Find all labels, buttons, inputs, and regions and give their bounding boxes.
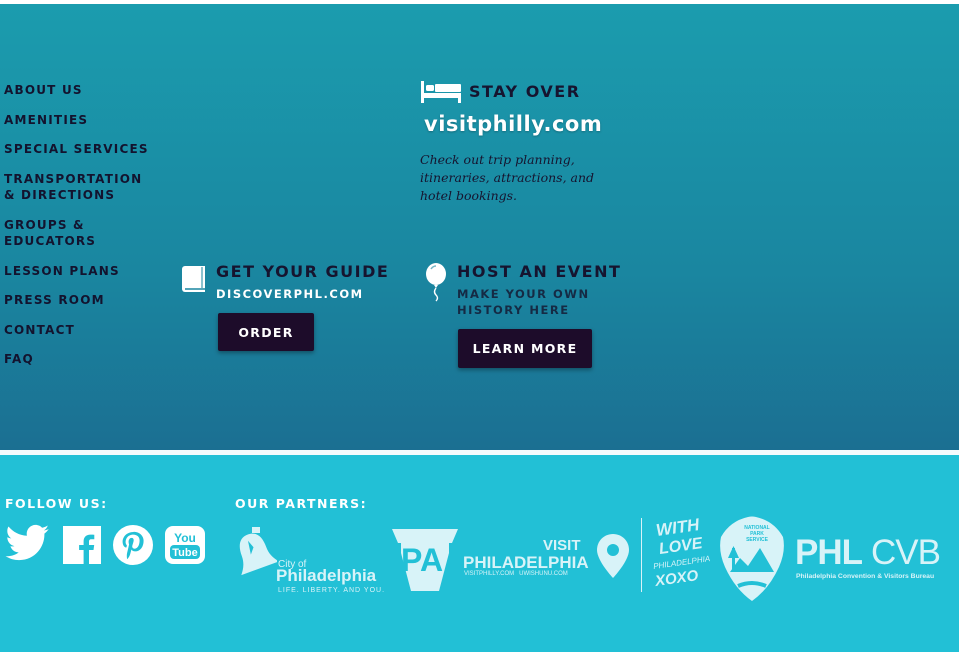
with-love-philadelphia-logo[interactable]: WITH LOVE PHILADELPHIA XOXO	[651, 515, 715, 594]
xoxo-text: XOXO	[654, 567, 700, 590]
city-tagline: LIFE. LIBERTY. AND YOU.	[278, 587, 386, 594]
guide-heading: GET YOUR GUIDE	[216, 262, 390, 281]
visit-text: VISIT	[543, 537, 581, 554]
cvb-tagline: Philadelphia Convention & Visitors Burea…	[796, 573, 935, 580]
cvb-text: CVB	[871, 533, 941, 572]
stay-over-description: Check out trip planning, itineraries, at…	[420, 152, 595, 203]
stay-over-heading: STAY OVER	[469, 82, 581, 101]
pa-keystone-logo[interactable]: PA	[390, 527, 460, 593]
pa-text: PA	[401, 542, 444, 578]
visit-philadelphia-logo[interactable]: VISIT PHILADELPHIA VISITPHILLY.COM UWISH…	[463, 533, 633, 583]
phl-text: PHL	[795, 533, 863, 572]
order-button[interactable]: ORDER	[218, 313, 314, 351]
map-pin-icon	[595, 533, 631, 583]
youtube-icon[interactable]: You Tube	[165, 526, 205, 568]
city-of-philadelphia-logo[interactable]: City of Philadelphia LIFE. LIBERTY. AND …	[235, 523, 387, 597]
nav-link-special-services[interactable]: SPECIAL SERVICES	[4, 141, 164, 157]
partner-divider	[641, 518, 642, 592]
twitter-icon[interactable]	[5, 524, 51, 568]
learn-more-button[interactable]: LEARN MORE	[458, 329, 592, 368]
footer-top-section	[0, 4, 959, 450]
book-icon	[181, 264, 209, 300]
event-heading: HOST AN EVENT	[457, 262, 622, 281]
visitphilly-logo-link[interactable]: visitphilly.com	[424, 112, 602, 136]
nav-link-about-us[interactable]: ABOUT US	[4, 82, 164, 98]
visit-philadelphia-text: PHILADELPHIA	[463, 553, 589, 572]
follow-us-label: FOLLOW US:	[5, 496, 108, 511]
nav-link-lesson-plans[interactable]: LESSON PLANS	[4, 263, 164, 279]
liberty-bell-icon	[235, 527, 279, 587]
bed-icon	[420, 80, 462, 108]
nav-link-press-room[interactable]: PRESS ROOM	[4, 292, 164, 308]
our-partners-label: OUR PARTNERS:	[235, 496, 368, 511]
balloon-icon	[424, 262, 448, 306]
nav-link-contact[interactable]: CONTACT	[4, 322, 164, 338]
nav-link-amenities[interactable]: AMENITIES	[4, 112, 164, 128]
discoverphl-link[interactable]: DISCOVERPHL.COM	[216, 286, 364, 302]
facebook-icon[interactable]	[63, 526, 101, 568]
svg-text:You: You	[174, 531, 196, 545]
national-park-service-logo[interactable]: NATIONAL PARK SERVICE	[718, 516, 786, 602]
svg-text:Tube: Tube	[172, 547, 197, 559]
nav-link-groups-educators[interactable]: GROUPS & EDUCATORS	[4, 217, 104, 249]
visit-tagline: VISITPHILLY.COM UWISHUNU.COM	[464, 571, 568, 577]
nav-link-faq[interactable]: FAQ	[4, 351, 164, 367]
nav-link-transportation[interactable]: TRANSPORTATION & DIRECTIONS	[4, 171, 144, 203]
phl-cvb-logo[interactable]: PHL CVB Philadelphia Convention & Visito…	[795, 533, 955, 583]
pinterest-icon[interactable]	[113, 525, 153, 569]
philadelphia-text: Philadelphia	[276, 566, 377, 585]
nps-text: NATIONAL PARK SERVICE	[744, 525, 770, 543]
event-subtitle: MAKE YOUR OWN HISTORY HERE	[457, 287, 590, 317]
